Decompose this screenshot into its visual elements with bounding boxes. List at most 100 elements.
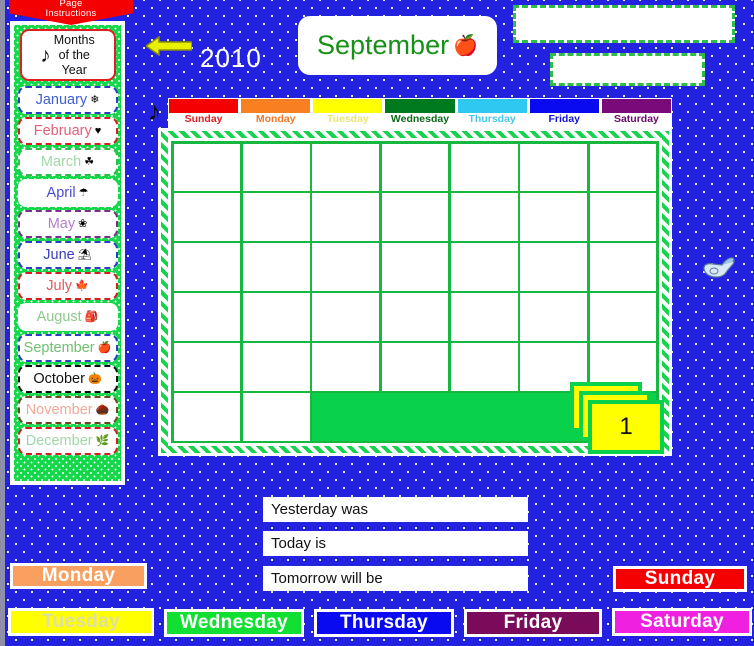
calendar-cell[interactable] [381, 343, 449, 391]
thursday-button[interactable]: Thursday [314, 609, 454, 637]
day-header-saturday[interactable]: Saturday [600, 98, 672, 128]
calendar-cell[interactable] [520, 143, 588, 191]
sidebar-item-label: November [25, 402, 93, 418]
sunday-button-label: Sunday [616, 568, 744, 589]
calendar-cell[interactable] [173, 243, 241, 291]
sidebar-item-august[interactable]: August 🎒 [17, 303, 118, 331]
calendar-cell[interactable] [173, 293, 241, 341]
months-of-the-year-header: ♪ Months of the Year [19, 29, 116, 81]
tuesday-button-label: Tuesday [11, 611, 151, 633]
tomorrow-will-be-label: Tomorrow will be [271, 570, 383, 587]
day-header-label: Wednesday [385, 113, 455, 127]
date-card-stack[interactable]: 1 [570, 382, 668, 454]
calendar-cell[interactable] [312, 193, 380, 241]
calendar-cell[interactable] [242, 193, 310, 241]
day-header-thursday[interactable]: Thursday [456, 98, 528, 128]
calendar-cell[interactable] [173, 393, 241, 441]
calendar-cell[interactable] [312, 243, 380, 291]
calendar-cell[interactable] [173, 343, 241, 391]
yesterday-was-label: Yesterday was [271, 501, 369, 518]
calendar-cell[interactable] [381, 293, 449, 341]
calendar-cell[interactable] [520, 193, 588, 241]
sidebar-item-label: October [33, 371, 85, 387]
calendar-cell[interactable] [312, 143, 380, 191]
sandcastle-icon: ⛱ [77, 248, 92, 261]
calendar-cell[interactable] [381, 243, 449, 291]
months-sidebar-inner: ♪ Months of the Year January ❄ February ♥ Ma… [14, 25, 121, 481]
sidebar-item-february[interactable]: February ♥ [17, 117, 118, 145]
day-header-label: Saturday [601, 113, 671, 127]
sidebar-item-label: January [35, 92, 88, 108]
apple-icon: 🍎 [453, 34, 478, 57]
calendar-cell[interactable] [242, 143, 310, 191]
calendar-cell[interactable] [520, 293, 588, 341]
sidebar-item-november[interactable]: November 🌰 [17, 396, 118, 424]
month-title-label: September [317, 30, 450, 60]
sidebar-item-march[interactable]: March ☘ [17, 148, 118, 176]
calendar-cell[interactable] [450, 193, 518, 241]
calendar-cell[interactable] [589, 193, 657, 241]
sidebar-item-label: March [40, 154, 82, 170]
calendar-scallop-border: 1 [161, 131, 669, 454]
sidebar-item-june[interactable]: June ⛱ [17, 241, 118, 269]
today-is-box[interactable]: Today is [263, 531, 528, 556]
sidebar-item-december[interactable]: December 🌿 [17, 427, 118, 455]
monday-button[interactable]: Monday [10, 563, 147, 589]
calendar-cell[interactable] [589, 143, 657, 191]
sidebar-item-label: December [25, 433, 93, 449]
calendar-cell[interactable] [381, 143, 449, 191]
sidebar-item-label: April [46, 185, 76, 201]
calendar-cell[interactable] [450, 243, 518, 291]
sunday-button[interactable]: Sunday [613, 566, 747, 592]
today-is-label: Today is [271, 535, 327, 552]
sidebar-item-january[interactable]: January ❄ [17, 86, 118, 114]
calendar-cell[interactable] [242, 393, 310, 441]
sidebar-item-september[interactable]: September 🍎 [17, 334, 118, 362]
calendar-cell[interactable] [312, 293, 380, 341]
calendar-cell[interactable] [450, 293, 518, 341]
sidebar-item-october[interactable]: October 🎃 [17, 365, 118, 393]
saturday-button-label: Saturday [615, 611, 749, 633]
back-arrow-icon[interactable] [144, 35, 193, 57]
music-note-icon: ♪ [40, 43, 51, 67]
saturday-button[interactable]: Saturday [612, 608, 752, 636]
sidebar-item-label: February [33, 123, 92, 139]
date-card-front[interactable]: 1 [588, 400, 664, 454]
page-instructions-line2: Instructions [45, 8, 97, 19]
sidebar-item-april[interactable]: April ☂ [17, 179, 118, 207]
top-right-box-2[interactable] [550, 53, 705, 86]
calendar-cell[interactable] [173, 193, 241, 241]
calendar-cell[interactable] [589, 293, 657, 341]
tuesday-button[interactable]: Tuesday [8, 608, 154, 636]
backpack-icon: 🎒 [84, 310, 99, 323]
sidebar-item-may[interactable]: May ❀ [17, 210, 118, 238]
calendar-cell[interactable] [381, 193, 449, 241]
wednesday-button[interactable]: Wednesday [164, 609, 304, 637]
calendar-cell[interactable] [450, 143, 518, 191]
holly-icon: 🌿 [95, 434, 110, 447]
friday-button[interactable]: Friday [464, 609, 602, 637]
day-header-tuesday[interactable]: Tuesday [312, 98, 384, 128]
calendar-cell[interactable] [450, 343, 518, 391]
calendar-cell[interactable] [312, 343, 380, 391]
pointing-hand-icon[interactable] [700, 250, 740, 282]
calendar-cell[interactable] [242, 343, 310, 391]
day-header-sunday[interactable]: Sunday [168, 98, 240, 128]
calendar-cell[interactable] [242, 293, 310, 341]
calendar-cell[interactable] [520, 243, 588, 291]
day-header-wednesday[interactable]: Wednesday [384, 98, 456, 128]
top-right-box-1[interactable] [513, 5, 735, 43]
calendar-cell[interactable] [589, 243, 657, 291]
sidebar-item-july[interactable]: July 🍁 [17, 272, 118, 300]
music-note-icon: ♪ [148, 96, 161, 126]
calendar-cell[interactable] [173, 143, 241, 191]
heart-icon: ♥ [94, 124, 102, 137]
day-header-friday[interactable]: Friday [528, 98, 600, 128]
tomorrow-will-be-box[interactable]: Tomorrow will be [263, 566, 528, 591]
day-header-label: Sunday [169, 113, 239, 127]
sidebar-item-label: September [23, 340, 95, 356]
calendar-cell[interactable] [242, 243, 310, 291]
month-title-card[interactable]: September 🍎 [300, 18, 495, 73]
yesterday-was-box[interactable]: Yesterday was [263, 497, 528, 522]
day-header-monday[interactable]: Monday [240, 98, 312, 128]
